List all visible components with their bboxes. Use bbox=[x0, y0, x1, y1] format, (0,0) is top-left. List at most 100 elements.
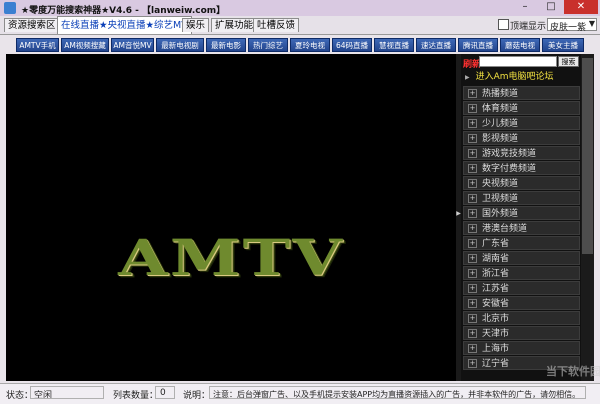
expand-plus-icon: + bbox=[468, 164, 477, 173]
channel-group-item[interactable]: + 港澳台频道 bbox=[463, 221, 580, 235]
channel-group-item[interactable]: + 湖南省 bbox=[463, 251, 580, 265]
channel-group-label: 央视频道 bbox=[482, 179, 519, 189]
channel-button[interactable]: 最新电影 bbox=[206, 38, 246, 52]
channel-group-label: 国外频道 bbox=[482, 209, 519, 219]
channel-button[interactable]: 夏玲电视 bbox=[290, 38, 330, 52]
expand-plus-icon: + bbox=[468, 179, 477, 188]
skin-select-value: 皮肤一紫 bbox=[550, 23, 587, 33]
maximize-button[interactable]: □ bbox=[538, 0, 564, 14]
channel-group-item[interactable]: + 国外频道 bbox=[463, 206, 580, 220]
channel-button[interactable]: 64码直播 bbox=[332, 38, 372, 52]
expand-plus-icon: + bbox=[468, 149, 477, 158]
amtv-logo: AMTV bbox=[118, 229, 344, 288]
channel-group-item[interactable]: + 浙江省 bbox=[463, 266, 580, 280]
tab-feedback[interactable]: 吐槽反馈 bbox=[253, 18, 300, 32]
expand-plus-icon: + bbox=[468, 239, 477, 248]
forum-link[interactable]: ▶ 进入Am电脑吧论坛 bbox=[463, 70, 580, 85]
expand-plus-icon: + bbox=[468, 104, 477, 113]
channel-group-item[interactable]: + 体育频道 bbox=[463, 101, 580, 115]
channel-button[interactable]: 蘑菇电视 bbox=[500, 38, 540, 52]
channel-group-item[interactable]: + 广东省 bbox=[463, 236, 580, 250]
search-button[interactable]: 搜索 bbox=[558, 56, 579, 67]
expand-plus-icon: + bbox=[468, 299, 477, 308]
channel-group-label: 湖南省 bbox=[482, 254, 510, 264]
expand-plus-icon: + bbox=[468, 314, 477, 323]
channel-button[interactable]: 最新电视剧 bbox=[156, 38, 204, 52]
channel-group-label: 热播频道 bbox=[482, 89, 519, 99]
channel-group-label: 体育频道 bbox=[482, 104, 519, 114]
expand-plus-icon: + bbox=[468, 194, 477, 203]
triangle-right-icon: ▶ bbox=[465, 74, 470, 81]
channel-group-item[interactable]: + 影视频道 bbox=[463, 131, 580, 145]
expand-plus-icon: + bbox=[468, 359, 477, 368]
channel-group-label: 卫视频道 bbox=[482, 194, 519, 204]
channel-group-item[interactable]: + 安徽省 bbox=[463, 296, 580, 310]
channel-group-label: 数字付费频道 bbox=[482, 164, 537, 174]
channel-group-label: 北京市 bbox=[482, 314, 510, 324]
channel-group-item[interactable]: + 天津市 bbox=[463, 326, 580, 340]
expand-plus-icon: + bbox=[468, 254, 477, 263]
expand-plus-icon: + bbox=[468, 89, 477, 98]
expand-plus-icon: + bbox=[468, 284, 477, 293]
channel-button[interactable]: 美女主播 bbox=[542, 38, 584, 52]
channel-button[interactable]: 腾讯直播 bbox=[458, 38, 498, 52]
channel-button[interactable]: AM音悦MV bbox=[111, 38, 154, 52]
stay-on-top-label: 顶端显示 bbox=[510, 22, 547, 32]
channel-group-label: 上海市 bbox=[482, 344, 510, 354]
channel-group-item[interactable]: + 央视频道 bbox=[463, 176, 580, 190]
channel-group-item[interactable]: + 上海市 bbox=[463, 341, 580, 355]
channel-group-label: 游戏竞技频道 bbox=[482, 149, 537, 159]
scrollbar-thumb[interactable] bbox=[582, 58, 593, 254]
minimize-button[interactable]: – bbox=[512, 0, 538, 14]
channel-group-label: 辽宁省 bbox=[482, 359, 510, 369]
close-button[interactable]: ✕ bbox=[564, 0, 598, 14]
expand-plus-icon: + bbox=[468, 209, 477, 218]
channel-group-label: 影视频道 bbox=[482, 134, 519, 144]
tab-live-tv[interactable]: 在线直播★央视直播★综艺MV bbox=[57, 16, 192, 34]
channel-button[interactable]: 慧视直播 bbox=[374, 38, 414, 52]
channel-group-item[interactable]: + 卫视频道 bbox=[463, 191, 580, 205]
expand-plus-icon: + bbox=[468, 134, 477, 143]
expand-plus-icon: + bbox=[468, 119, 477, 128]
channel-button[interactable]: 速达直播 bbox=[416, 38, 456, 52]
channel-group-item[interactable]: + 数字付费频道 bbox=[463, 161, 580, 175]
channel-group-item[interactable]: + 北京市 bbox=[463, 311, 580, 325]
expand-plus-icon: + bbox=[468, 329, 477, 338]
channel-group-label: 少儿频道 bbox=[482, 119, 519, 129]
window-title: ★零度万能搜索神器★V4.6 - 【lanweiw.com】 bbox=[21, 6, 226, 16]
note-label: 说明： bbox=[183, 391, 211, 401]
list-count-label: 列表数量： bbox=[113, 391, 159, 401]
status-label: 状态： bbox=[6, 391, 34, 401]
chevron-down-icon: ▼ bbox=[588, 19, 595, 28]
channel-group-item[interactable]: + 热播频道 bbox=[463, 86, 580, 100]
channel-group-item[interactable]: + 少儿频道 bbox=[463, 116, 580, 130]
title-bar: ★零度万能搜索神器★V4.6 - 【lanweiw.com】 – □ ✕ bbox=[0, 0, 600, 16]
forum-link-label: 进入Am电脑吧论坛 bbox=[475, 72, 554, 82]
channel-group-label: 安徽省 bbox=[482, 299, 510, 309]
channel-button-bar: AMTV手机 AM视频搜藏 AM音悦MV 最新电视剧 最新电影 热门综艺 夏玲电… bbox=[6, 38, 594, 53]
stay-on-top-checkbox[interactable] bbox=[498, 19, 509, 30]
status-bar: 状态： 空闲 列表数量： 0 说明： 注意：后台弹窗广告、以及手机提示安装APP… bbox=[0, 383, 600, 404]
channel-group-label: 广东省 bbox=[482, 239, 510, 249]
app-icon bbox=[4, 2, 16, 14]
video-player[interactable]: AMTV bbox=[6, 54, 456, 381]
channel-group-item[interactable]: + 游戏竞技频道 bbox=[463, 146, 580, 160]
expand-plus-icon: + bbox=[468, 224, 477, 233]
status-box bbox=[30, 386, 104, 399]
channel-group-label: 浙江省 bbox=[482, 269, 510, 279]
channel-group-label: 港澳台频道 bbox=[482, 224, 528, 234]
channel-group-item[interactable]: + 江苏省 bbox=[463, 281, 580, 295]
tab-resource-search[interactable]: 资源搜索区 bbox=[4, 18, 60, 32]
channel-button[interactable]: 热门综艺 bbox=[248, 38, 288, 52]
skin-select[interactable]: 皮肤一紫 ▼ bbox=[547, 18, 597, 33]
search-input[interactable] bbox=[479, 56, 557, 67]
note-text: 注意：后台弹窗广告、以及手机提示安装APP均为直播资源插入的广告，并非本软件的广… bbox=[213, 390, 581, 399]
list-count-value: 0 bbox=[160, 388, 166, 398]
tab-extensions[interactable]: 扩展功能 bbox=[211, 18, 258, 32]
tab-entertainment[interactable]: 娱乐 bbox=[182, 18, 210, 32]
channel-group-label: 天津市 bbox=[482, 329, 510, 339]
channel-group-label: 江苏省 bbox=[482, 284, 510, 294]
channel-button[interactable]: AMTV手机 bbox=[16, 38, 59, 52]
channel-button[interactable]: AM视频搜藏 bbox=[61, 38, 109, 52]
expand-plus-icon: + bbox=[468, 269, 477, 278]
